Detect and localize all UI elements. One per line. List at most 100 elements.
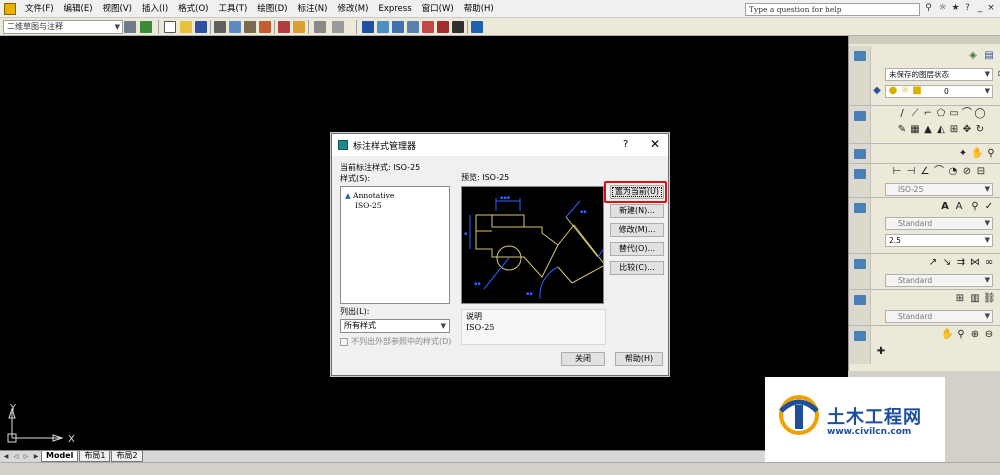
arc-icon[interactable]: ⌒ [961,108,973,120]
menu-dimension[interactable]: 标注(N) [292,0,332,18]
override-style-button[interactable]: 替代(O)... [610,242,664,256]
communication-center-icon[interactable]: ☼ [937,3,948,14]
publish-icon[interactable] [244,21,256,33]
new-style-button[interactable]: 新建(N)... [610,204,664,218]
collect-leaders-icon[interactable]: ⋈ [969,257,981,269]
modify-style-button[interactable]: 修改(M)... [610,223,664,237]
continue-dimension-icon[interactable]: ⊟ [975,166,987,178]
polygon-icon[interactable]: ⬠ [935,108,947,120]
properties-icon[interactable] [422,21,434,33]
layer-state-select[interactable]: 未保存的图层状态 ▼ [885,68,993,81]
region-icon[interactable]: ◭ [935,124,947,136]
hatch-icon[interactable]: ▦ [909,124,921,136]
help-button[interactable]: 帮助(H) [615,352,663,366]
angular-dimension-icon[interactable]: ∠ [919,166,931,178]
text-style-icon[interactable] [854,203,866,213]
gradient-icon[interactable]: ▲ [922,124,934,136]
new-file-icon[interactable] [164,21,176,33]
dialog-titlebar[interactable]: 标注样式管理器 ? ✕ [332,134,668,156]
rectangle-icon[interactable]: ▭ [948,108,960,120]
binoculars-icon[interactable]: ⚲ [923,3,934,14]
compare-styles-button[interactable]: 比较(C)... [610,261,664,275]
2d-draw-icon[interactable] [854,111,866,121]
design-center-icon[interactable] [437,21,449,33]
menu-modify[interactable]: 修改(M) [332,0,373,18]
context-help-icon[interactable]: ? [623,139,628,150]
tab-first-icon[interactable]: ◀ [2,453,10,461]
menu-help[interactable]: 帮助(H) [459,0,499,18]
multiline-text-icon[interactable]: A [939,201,951,213]
menu-edit[interactable]: 编辑(E) [59,0,98,18]
find-text-icon[interactable]: ⚲ [969,201,981,213]
list-item[interactable]: ISO-25 [355,201,382,210]
multileader-icon[interactable] [854,259,866,269]
zoom-window-icon[interactable]: ⚲ [955,329,967,341]
3d-dwf-icon[interactable] [259,21,271,33]
dimension-icon[interactable] [854,169,866,179]
multileader-style-select[interactable]: Standard ▼ [885,274,993,287]
help-icon[interactable] [471,21,483,33]
leader-style-icon[interactable]: ∞ [983,257,995,269]
xref-checkbox[interactable] [340,338,348,346]
zoom-window-icon[interactable] [392,21,404,33]
zoom-out-icon[interactable]: ⊖ [983,329,995,341]
table-style-select[interactable]: Standard ▼ [885,310,993,323]
tab-next-icon[interactable]: ▷ [22,453,30,461]
help-icon[interactable]: ? [962,3,973,14]
text-style-select[interactable]: Standard ▼ [885,217,993,230]
navigation-wheel-icon[interactable]: ✚ [875,346,887,358]
tab-layout1[interactable]: 布局1 [79,451,111,462]
table-style-icon[interactable]: ▥ [969,293,981,305]
plot-icon[interactable] [214,21,226,33]
text-height-select[interactable]: 2.5 ▼ [885,234,993,247]
pan-realtime-icon[interactable]: ✋ [941,329,953,341]
layer-previous-icon[interactable]: ▤ [983,50,995,62]
match-properties-icon[interactable] [293,21,305,33]
tab-last-icon[interactable]: ▶ [32,453,40,461]
move-icon[interactable]: ✥ [961,124,973,136]
autocad-app-icon[interactable] [4,2,16,15]
menu-file[interactable]: 文件(F) [20,0,59,18]
list-item[interactable]: ▲ Annotative [345,191,394,200]
dimension-style-select[interactable]: ISO-25 ▼ [885,183,993,196]
zoom-in-icon[interactable]: ⊕ [969,329,981,341]
construction-line-icon[interactable]: ⟋ [909,108,921,120]
layer-lock-icon[interactable]: ■ [911,85,923,97]
align-leaders-icon[interactable]: ⇉ [955,257,967,269]
undo-icon[interactable] [314,21,326,33]
favorites-star-icon[interactable]: ★ [950,3,961,14]
save-icon[interactable] [195,21,207,33]
radius-dimension-icon[interactable]: ◔ [947,166,959,178]
3d-orbit-icon[interactable]: ✦ [957,148,969,160]
close-icon[interactable]: × [986,3,996,13]
navigate-icon[interactable] [854,331,866,341]
menu-view[interactable]: 视图(V) [98,0,137,18]
diameter-dimension-icon[interactable]: ⊘ [961,166,973,178]
menu-tools[interactable]: 工具(T) [213,0,252,18]
open-file-icon[interactable] [180,21,192,33]
tab-prev-icon[interactable]: ◁ [12,453,20,461]
layer-sun-icon[interactable]: ☼ [899,85,911,97]
list-filter-select[interactable]: 所有样式 ▼ [340,319,450,333]
redo-icon[interactable] [332,21,344,33]
menu-draw[interactable]: 绘图(D) [252,0,292,18]
plot-preview-icon[interactable] [229,21,241,33]
close-button[interactable]: 关闭 [561,352,605,366]
layers-icon[interactable] [854,51,866,61]
cut-icon[interactable] [278,21,290,33]
rotate-icon[interactable]: ↻ [974,124,986,136]
3d-navigate-icon[interactable] [854,149,866,159]
table-grid-icon[interactable]: ⊞ [948,124,960,136]
circle-icon[interactable]: ◯ [974,108,986,120]
insert-table-icon[interactable]: ⊞ [954,293,966,305]
link-data-icon[interactable]: ⛓ [983,293,996,305]
tab-layout2[interactable]: 布局2 [111,451,143,462]
workspace-settings-icon[interactable] [124,21,136,33]
help-search-input[interactable]: Type a question for help [745,3,920,16]
minimize-icon[interactable]: _ [975,3,985,13]
add-leader-icon[interactable]: ↗ [927,257,939,269]
zoom-previous-icon[interactable] [407,21,419,33]
pan-icon[interactable] [362,21,374,33]
zoom-realtime-icon[interactable] [377,21,389,33]
menu-insert[interactable]: 插入(I) [137,0,173,18]
